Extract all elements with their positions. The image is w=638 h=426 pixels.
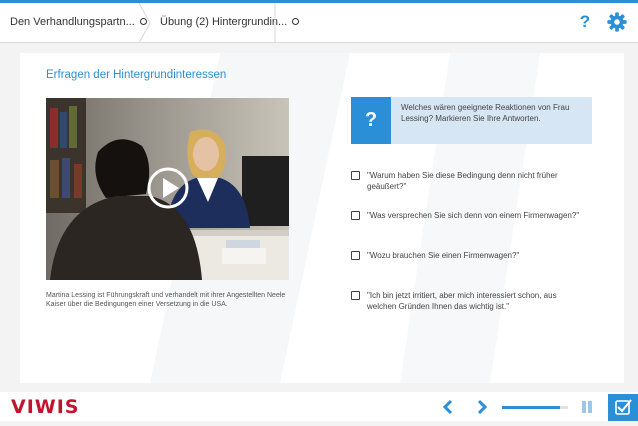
pause-icon	[582, 401, 592, 413]
breadcrumb-item-1[interactable]: Den Verhandlungspartn...	[0, 3, 147, 42]
content-panel: Erfragen der Hintergrundinteressen Marti…	[20, 53, 624, 383]
viwis-logo: VIWIS	[11, 396, 80, 418]
bottom-bar: VIWIS	[0, 392, 638, 421]
breadcrumb-item-2[interactable]: Übung (2) Hintergrundin...	[150, 3, 300, 42]
question-text: Welches wären geeignete Reaktionen von F…	[401, 103, 570, 123]
question-icon: ?	[351, 97, 391, 144]
breadcrumb-label: Übung (2) Hintergrundin...	[160, 16, 288, 28]
breadcrumb-label: Den Verhandlungspartn...	[10, 16, 135, 28]
submit-button[interactable]	[608, 394, 638, 421]
breadcrumb-separator-icon	[274, 3, 276, 43]
help-button[interactable]: ?	[574, 11, 596, 33]
question-box: ? Welches wären geeignete Reaktionen von…	[351, 97, 592, 144]
checkbox[interactable]	[351, 291, 360, 300]
checkbox[interactable]	[351, 171, 360, 180]
previous-button[interactable]	[441, 399, 457, 415]
status-circle-icon	[292, 17, 300, 25]
settings-button[interactable]	[606, 11, 628, 33]
checkbox[interactable]	[351, 251, 360, 260]
answer-option-text: "Wozu brauchen Sie einen Firmenwagen?"	[367, 251, 520, 260]
progress-bar	[502, 406, 568, 409]
gear-icon	[607, 12, 627, 32]
checkbox[interactable]	[351, 211, 360, 220]
check-square-icon	[615, 399, 632, 415]
video-still	[46, 98, 289, 280]
answer-option-text: "Warum haben Sie diese Bedingung denn ni…	[367, 171, 558, 191]
pause-button[interactable]	[579, 399, 595, 415]
next-button[interactable]	[473, 399, 489, 415]
question-mark-icon: ?	[579, 12, 591, 31]
section-title: Erfragen der Hintergrundinteressen	[46, 69, 227, 81]
video-player[interactable]	[46, 98, 289, 280]
chevron-left-icon	[442, 399, 453, 415]
answer-option-text: "Ich bin jetzt irritiert, aber mich inte…	[367, 291, 557, 311]
top-bar: Den Verhandlungspartn... Übung (2) Hinte…	[0, 3, 638, 43]
chevron-right-icon	[477, 399, 488, 415]
video-caption: Martina Lessing ist Führungskraft und ve…	[46, 292, 286, 308]
answer-option-text: "Was versprechen Sie sich denn von einem…	[367, 211, 580, 220]
progress-fill	[502, 406, 561, 409]
